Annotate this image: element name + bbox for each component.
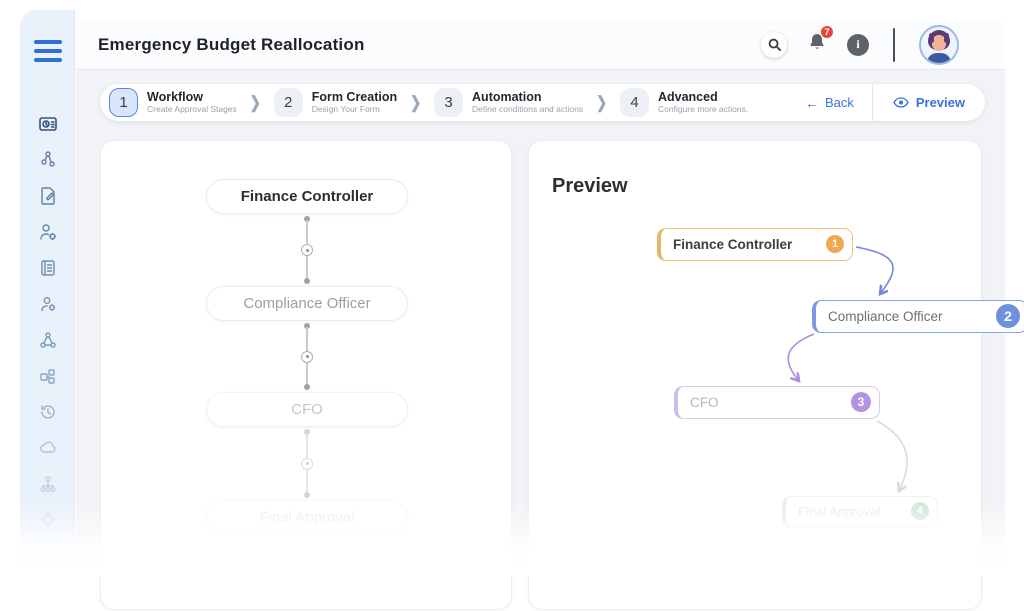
integrations-icon[interactable] [38, 330, 58, 350]
notification-badge: 7 [820, 25, 834, 39]
modules-icon[interactable] [38, 366, 58, 386]
workflow-icon[interactable] [38, 150, 58, 170]
step-title: Workflow [147, 90, 237, 104]
preview-node-compliance-officer[interactable]: Compliance Officer 2 [812, 300, 1024, 333]
preview-node-label: Compliance Officer [816, 309, 943, 324]
preview-node-final-approval[interactable]: Final Approval 4 [782, 496, 938, 527]
preview-node-label: Finance Controller [661, 237, 792, 252]
header-actions: 7 i [761, 25, 959, 65]
workflow-stepper: 1 Workflow Create Approval Stages ❯ 2 Fo… [100, 84, 985, 121]
sidebar-nav [20, 114, 75, 530]
arrow-3-to-4 [877, 421, 907, 491]
step-workflow[interactable]: 1 Workflow Create Approval Stages [109, 88, 237, 117]
step-title: Form Creation [312, 90, 397, 104]
preview-node-cfo[interactable]: CFO 3 [674, 386, 880, 419]
notifications-bell-icon[interactable]: 7 [807, 32, 827, 57]
step-subtitle: Configure more actions. [658, 105, 748, 115]
step-form-creation[interactable]: 2 Form Creation Design Your Form [274, 88, 397, 117]
step-number: 2 [274, 88, 303, 117]
form-edit-icon[interactable] [38, 186, 58, 206]
step-subtitle: Define conditions and actions [472, 105, 583, 115]
node-icon[interactable] [38, 510, 58, 530]
chevron-right-icon: ❯ [250, 93, 261, 113]
step-title: Automation [472, 90, 583, 104]
step-title: Advanced [658, 90, 748, 104]
user-avatar[interactable] [919, 25, 959, 65]
preview-panel: Preview Finance Con [528, 140, 982, 610]
page-title: Emergency Budget Reallocation [98, 35, 365, 55]
back-arrow-icon: ← [805, 95, 819, 111]
arrow-1-to-2 [856, 247, 893, 294]
chevron-right-icon: ❯ [410, 93, 421, 113]
preview-node-badge: 2 [996, 304, 1020, 328]
records-icon[interactable] [38, 258, 58, 278]
stepper-actions: ← Back Preview [787, 84, 985, 121]
stage-connector [306, 216, 308, 284]
preview-node-label: Final Approval [786, 504, 880, 519]
stage-node-cfo[interactable]: CFO [206, 392, 408, 427]
stage-connector [306, 323, 308, 390]
main-content: 1 Workflow Create Approval Stages ❯ 2 Fo… [76, 70, 1005, 576]
connector-add-icon[interactable] [301, 458, 313, 470]
workflow-editor-panel: Finance Controller Compliance Officer CF… [100, 140, 512, 610]
preview-node-finance-controller[interactable]: Finance Controller 1 [657, 228, 853, 261]
cloud-icon[interactable] [38, 438, 58, 458]
preview-panel-title: Preview [552, 175, 628, 198]
step-advanced[interactable]: 4 Advanced Configure more actions. [620, 88, 748, 117]
back-button[interactable]: ← Back [787, 95, 872, 111]
search-icon[interactable] [761, 32, 787, 58]
step-number: 4 [620, 88, 649, 117]
back-label: Back [825, 95, 854, 110]
history-icon[interactable] [38, 402, 58, 422]
step-number: 1 [109, 88, 138, 117]
info-icon[interactable]: i [847, 34, 869, 56]
preview-button[interactable]: Preview [873, 95, 985, 110]
app-window: Emergency Budget Reallocation 7 i 1 [0, 0, 1024, 576]
dashboard-icon[interactable] [38, 114, 58, 134]
preview-node-badge: 3 [851, 392, 871, 412]
arrow-2-to-3 [788, 334, 814, 381]
team-icon[interactable] [38, 294, 58, 314]
top-header: Emergency Budget Reallocation 7 i [76, 20, 1005, 70]
step-automation[interactable]: 3 Automation Define conditions and actio… [434, 88, 583, 117]
step-number: 3 [434, 88, 463, 117]
user-settings-icon[interactable] [38, 222, 58, 242]
flow-arrows [529, 141, 983, 611]
sidebar [20, 10, 75, 576]
connector-add-icon[interactable] [301, 244, 313, 256]
preview-node-label: CFO [678, 395, 719, 410]
hamburger-menu-icon[interactable] [34, 40, 62, 62]
step-subtitle: Design Your Form [312, 105, 397, 115]
stage-node-final-approval[interactable]: Final Approval [206, 500, 408, 535]
step-subtitle: Create Approval Stages [147, 105, 237, 115]
stage-node-compliance-officer[interactable]: Compliance Officer [206, 286, 408, 321]
header-divider [893, 28, 895, 62]
stage-node-finance-controller[interactable]: Finance Controller [206, 179, 408, 214]
connector-add-icon[interactable] [301, 351, 313, 363]
preview-node-badge: 4 [911, 502, 929, 520]
eye-icon [893, 97, 909, 108]
preview-node-badge: 1 [826, 235, 844, 253]
preview-label: Preview [916, 95, 965, 110]
hierarchy-icon[interactable] [38, 474, 58, 494]
chevron-right-icon: ❯ [596, 93, 607, 113]
stage-connector [306, 429, 308, 498]
